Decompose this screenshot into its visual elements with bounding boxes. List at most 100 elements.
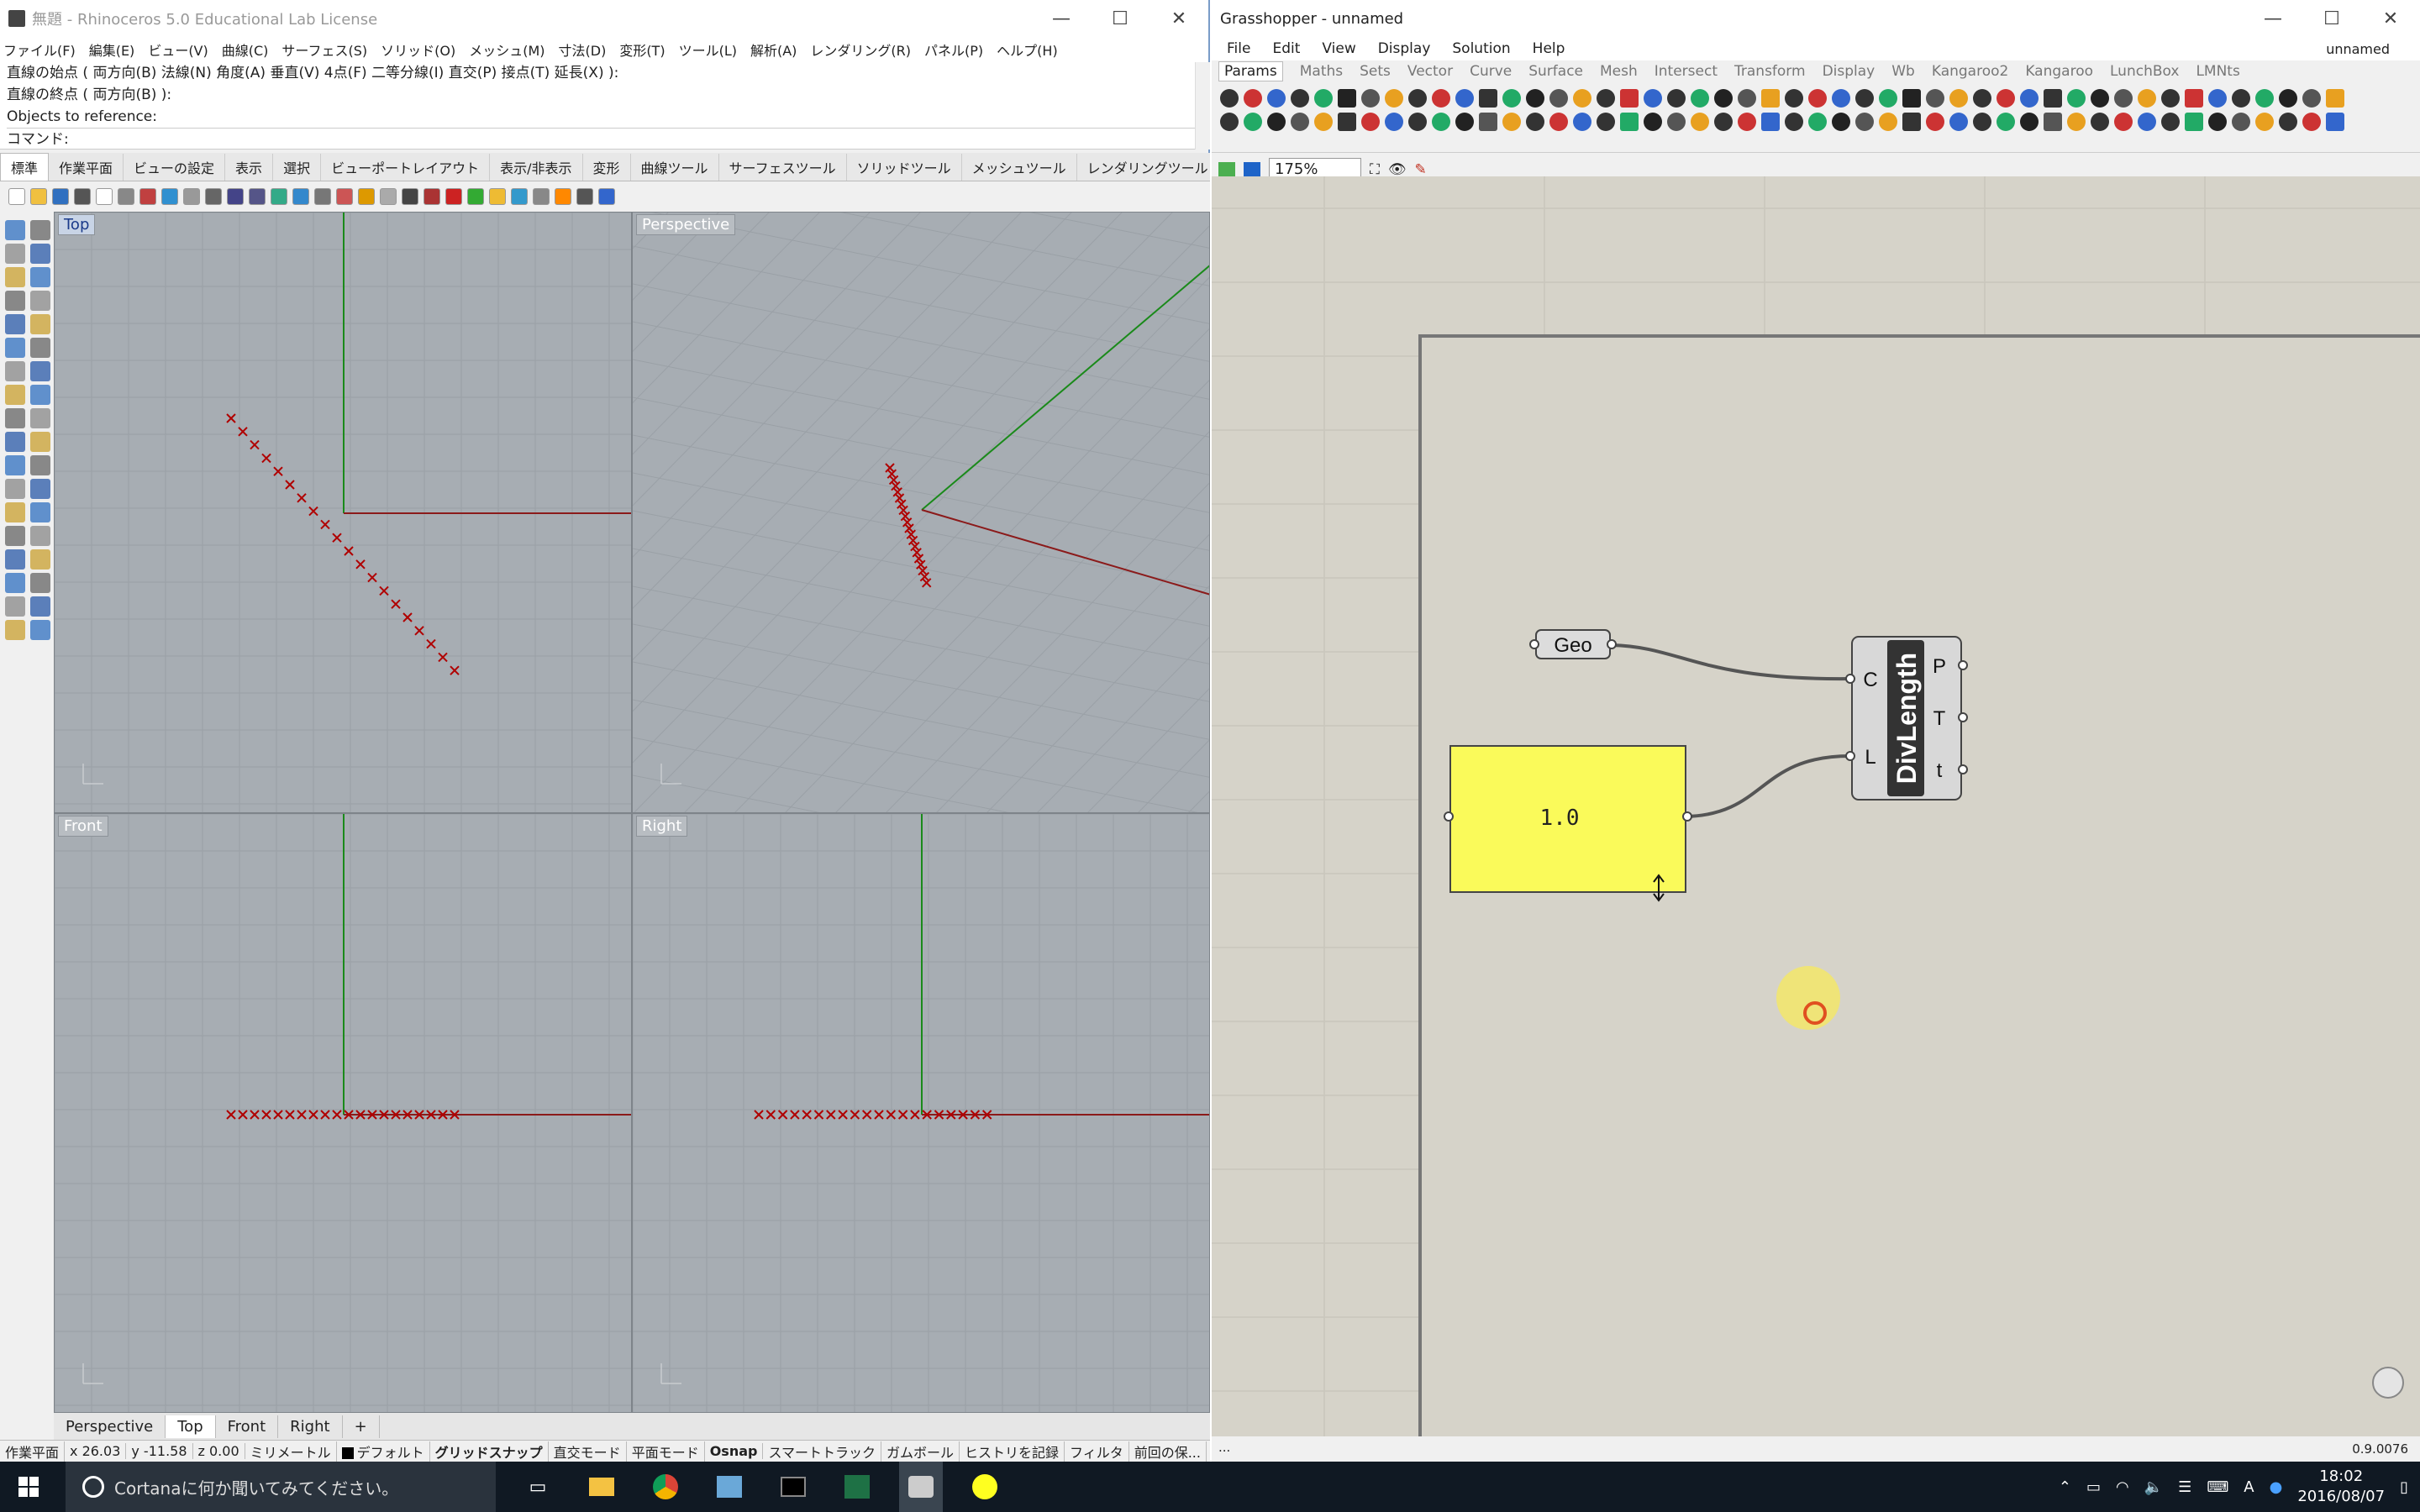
left-tool-icon[interactable] (30, 526, 50, 546)
gh-component-icon[interactable] (1455, 113, 1474, 131)
gh-component-icon[interactable] (1455, 89, 1474, 108)
viewport-front-label[interactable]: Front (58, 816, 108, 837)
tray-chevron-icon[interactable]: ⌃ (2059, 1478, 2071, 1496)
gh-tab-mesh[interactable]: Mesh (1600, 63, 1638, 80)
status-filter[interactable]: フィルタ (1065, 1441, 1129, 1462)
gh-component-icon[interactable] (2185, 89, 2203, 108)
gh-component-icon[interactable] (1408, 113, 1427, 131)
left-tool-icon[interactable] (5, 314, 25, 334)
toolbar-tool-icon[interactable] (467, 188, 484, 205)
left-tool-icon[interactable] (30, 385, 50, 405)
tab-viewport-layout[interactable]: ビューポートレイアウト (321, 154, 491, 181)
gh-component-icon[interactable] (2044, 113, 2062, 131)
gh-component-icon[interactable] (1832, 113, 1850, 131)
left-tool-icon[interactable] (5, 408, 25, 428)
gh-component-icon[interactable] (1573, 89, 1591, 108)
gh-component-icon[interactable] (2138, 89, 2156, 108)
gh-component-icon[interactable] (2326, 89, 2344, 108)
gh-tab-surface[interactable]: Surface (1528, 63, 1583, 80)
menu-tools[interactable]: ツール(L) (679, 39, 737, 60)
gh-component-icon[interactable] (1667, 113, 1686, 131)
gh-component-icon[interactable] (1432, 89, 1450, 108)
gh-component-icon[interactable] (1855, 89, 1874, 108)
gh-component-icon[interactable] (2138, 113, 2156, 131)
sketch-pen-icon[interactable]: ✎ (1415, 161, 1427, 178)
toolbar-tool-icon[interactable] (30, 188, 47, 205)
gh-component-icon[interactable] (1597, 113, 1615, 131)
gh-component-icon[interactable] (2208, 113, 2227, 131)
gh-component-icon[interactable] (1361, 113, 1380, 131)
gh-component-icon[interactable] (1785, 89, 1803, 108)
gh-component-icon[interactable] (1926, 89, 1944, 108)
toolbar-tool-icon[interactable] (96, 188, 113, 205)
taskbar-clock[interactable]: 18:02 2016/08/07 (2297, 1467, 2385, 1507)
left-tool-icon[interactable] (5, 455, 25, 475)
gh-component-icon[interactable] (1385, 89, 1403, 108)
tab-mesh-tools[interactable]: メッシュツール (962, 154, 1077, 181)
viewport-top-label[interactable]: Top (58, 214, 96, 235)
action-center-icon[interactable]: ▯ (2400, 1478, 2408, 1496)
gh-component-icon[interactable] (2232, 89, 2250, 108)
viewport-top[interactable]: Top (54, 212, 632, 813)
toolbar-tool-icon[interactable] (489, 188, 506, 205)
toolbar-tool-icon[interactable] (358, 188, 375, 205)
toolbar-tool-icon[interactable] (314, 188, 331, 205)
gh-component-icon[interactable] (1879, 89, 1897, 108)
grasshopper-task-icon[interactable] (899, 1462, 943, 1512)
rhino-minimize-icon[interactable]: — (1032, 0, 1091, 37)
command-prompt[interactable]: コマンド: (7, 128, 1210, 150)
menu-solid[interactable]: ソリッド(O) (381, 39, 455, 60)
gh-component-icon[interactable] (1691, 89, 1709, 108)
gh-component-icon[interactable] (1314, 89, 1333, 108)
gh-component-icon[interactable] (1761, 89, 1780, 108)
gh-component-icon[interactable] (1220, 89, 1239, 108)
tab-solid-tools[interactable]: ソリッドツール (847, 154, 962, 181)
left-tool-icon[interactable] (5, 549, 25, 570)
tab-render-tools[interactable]: レンダリングツール (1077, 154, 1219, 181)
menu-file[interactable]: ファイル(F) (3, 39, 76, 60)
status-layer[interactable]: デフォルト (337, 1441, 430, 1462)
status-gumball[interactable]: ガムボール (881, 1441, 960, 1462)
gh-menu-solution[interactable]: Solution (1452, 40, 1510, 57)
gh-component-icon[interactable] (2091, 113, 2109, 131)
gh-tab-params[interactable]: Params (1218, 61, 1283, 81)
gh-component-icon[interactable] (1267, 89, 1286, 108)
viewport-front[interactable]: Front (54, 813, 632, 1413)
gh-component-icon[interactable] (1314, 113, 1333, 131)
left-tool-icon[interactable] (5, 291, 25, 311)
gh-menu-help[interactable]: Help (1533, 40, 1565, 57)
gh-minimize-icon[interactable]: — (2244, 0, 2302, 37)
gh-component-icon[interactable] (1291, 113, 1309, 131)
gh-component-icon[interactable] (1244, 113, 1262, 131)
gh-tab-lmnts[interactable]: LMNts (2196, 63, 2239, 80)
gh-component-icon[interactable] (1220, 113, 1239, 131)
toolbar-tool-icon[interactable] (555, 188, 571, 205)
toolbar-tool-icon[interactable] (8, 188, 25, 205)
gh-component-icon[interactable] (1855, 113, 1874, 131)
gh-tab-sets[interactable]: Sets (1360, 63, 1391, 80)
gh-menu-display[interactable]: Display (1378, 40, 1431, 57)
menu-mesh[interactable]: メッシュ(M) (469, 39, 544, 60)
volume-icon[interactable]: 🔈 (2144, 1478, 2163, 1496)
viewport-perspective[interactable]: Perspective (632, 212, 1210, 813)
gh-component-icon[interactable] (1620, 113, 1639, 131)
gh-tab-wb[interactable]: Wb (1891, 63, 1915, 80)
gh-component-icon[interactable] (1549, 113, 1568, 131)
gh-tab-transform[interactable]: Transform (1734, 63, 1806, 80)
toolbar-tool-icon[interactable] (380, 188, 397, 205)
status-smarttrack[interactable]: スマートトラック (763, 1441, 881, 1462)
left-tool-icon[interactable] (5, 385, 25, 405)
tab-curve-tools[interactable]: 曲線ツール (631, 154, 719, 181)
gh-component-icon[interactable] (2279, 113, 2297, 131)
left-tool-icon[interactable] (5, 432, 25, 452)
viewport-perspective-label[interactable]: Perspective (636, 214, 736, 235)
gh-component-icon[interactable] (1996, 113, 2015, 131)
gh-close-icon[interactable]: ✕ (2361, 0, 2420, 37)
status-grid-snap[interactable]: グリッドスナップ (430, 1441, 549, 1462)
toolbar-tool-icon[interactable] (271, 188, 287, 205)
toolbar-tool-icon[interactable] (227, 188, 244, 205)
file-explorer-icon[interactable] (580, 1462, 623, 1512)
gh-component-icon[interactable] (2326, 113, 2344, 131)
gh-component-icon[interactable] (1291, 89, 1309, 108)
excel-icon[interactable] (835, 1462, 879, 1512)
